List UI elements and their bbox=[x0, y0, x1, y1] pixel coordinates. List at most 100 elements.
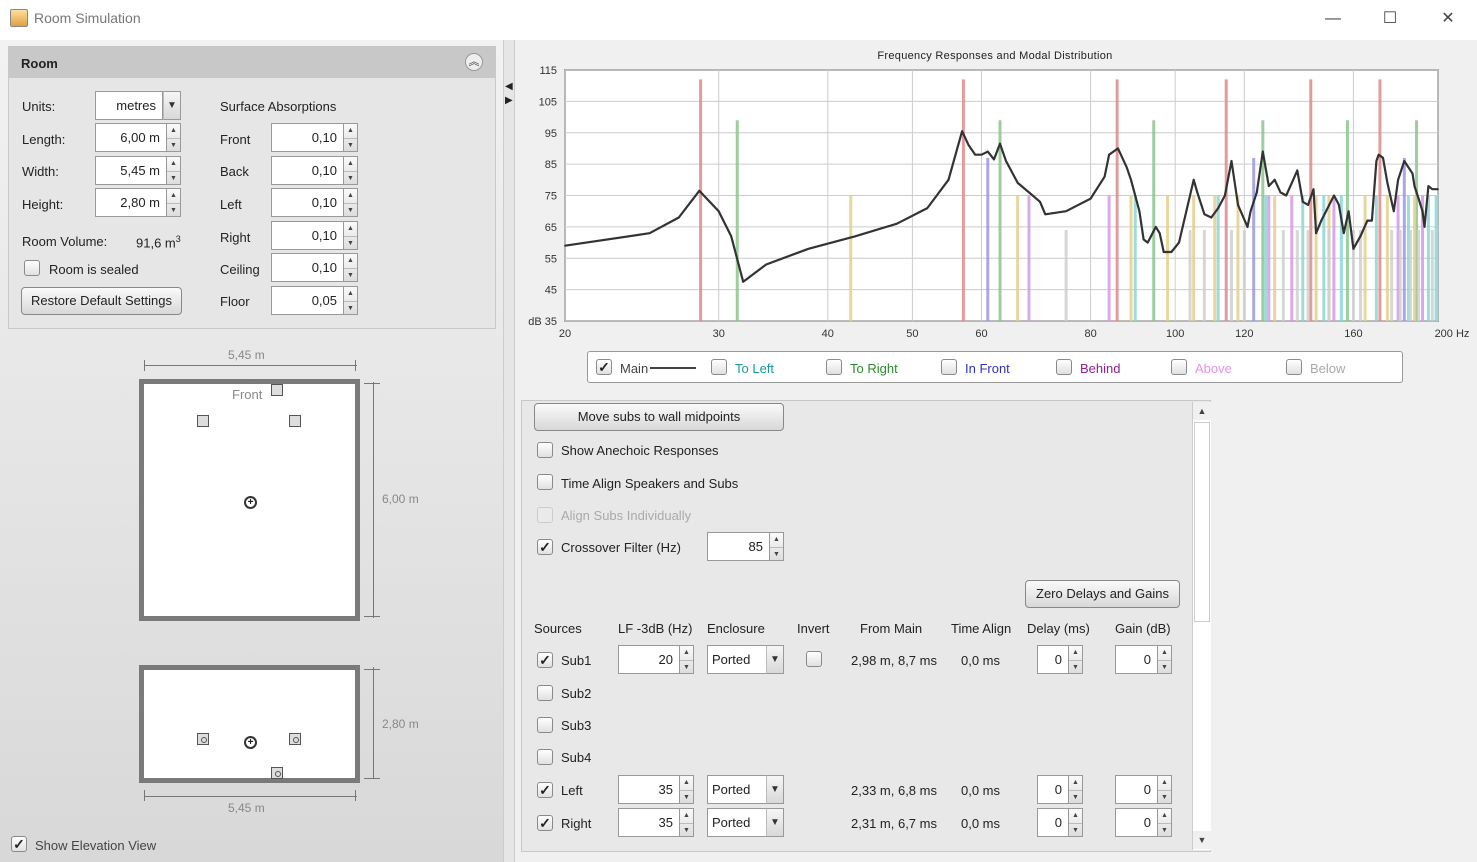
vertical-scrollbar[interactable]: ▲ ▼ bbox=[1192, 402, 1211, 850]
delay-spinner[interactable]: ▲ ▼ bbox=[1069, 645, 1083, 674]
gain-input[interactable]: 0 bbox=[1115, 645, 1158, 674]
move-subs-button[interactable]: Move subs to wall midpoints bbox=[534, 403, 784, 431]
data-point bbox=[1203, 213, 1206, 216]
data-point bbox=[1407, 166, 1410, 169]
gain-spinner[interactable]: ▲ ▼ bbox=[1158, 808, 1172, 837]
crossover-input[interactable]: 85 bbox=[707, 532, 770, 561]
crossover-spinner[interactable]: ▲ ▼ bbox=[770, 532, 784, 561]
lf-spinner[interactable]: ▲ ▼ bbox=[680, 645, 694, 674]
delay-input[interactable]: 0 bbox=[1037, 645, 1069, 674]
data-point bbox=[1315, 232, 1317, 234]
data-point bbox=[1431, 188, 1434, 191]
lf-spinner[interactable]: ▲ ▼ bbox=[680, 775, 694, 804]
legend-checkbox-in-front[interactable] bbox=[941, 359, 957, 375]
gain-spinner[interactable]: ▲ ▼ bbox=[1158, 645, 1172, 674]
data-point bbox=[1224, 194, 1226, 197]
listener-elevation-icon[interactable]: + bbox=[244, 736, 257, 749]
invert-checkbox[interactable] bbox=[806, 651, 822, 667]
spin-down-icon[interactable]: ▼ bbox=[680, 660, 693, 674]
spin-down-icon[interactable]: ▼ bbox=[680, 790, 693, 804]
y-tick-label: 65 bbox=[545, 222, 557, 234]
legend-checkbox-to-left[interactable] bbox=[711, 359, 727, 375]
enclosure-select[interactable]: Ported bbox=[707, 645, 767, 674]
spin-up-icon[interactable]: ▲ bbox=[1158, 646, 1171, 660]
data-point bbox=[1028, 191, 1030, 194]
data-point bbox=[1249, 210, 1252, 212]
spin-down-icon[interactable]: ▼ bbox=[1069, 823, 1082, 837]
data-point bbox=[1154, 226, 1157, 228]
spin-down-icon[interactable]: ▼ bbox=[1158, 823, 1171, 837]
spin-up-icon[interactable]: ▲ bbox=[1158, 809, 1171, 823]
spin-up-icon[interactable]: ▲ bbox=[1158, 776, 1171, 790]
legend-checkbox-behind[interactable] bbox=[1056, 359, 1072, 375]
enclosure-dropdown-arrow-icon[interactable]: ▼ bbox=[766, 775, 784, 804]
spin-down-icon[interactable]: ▼ bbox=[1069, 790, 1082, 804]
enclosure-dropdown-arrow-icon[interactable]: ▼ bbox=[766, 808, 784, 837]
data-point bbox=[1427, 185, 1430, 187]
scroll-down-icon[interactable]: ▼ bbox=[1193, 831, 1211, 849]
spin-down-icon[interactable]: ▼ bbox=[1158, 790, 1171, 804]
source-checkbox-sub4[interactable] bbox=[537, 749, 553, 765]
spin-up-icon[interactable]: ▲ bbox=[1069, 809, 1082, 823]
gain-input[interactable]: 0 bbox=[1115, 775, 1158, 804]
legend-checkbox-to-right[interactable] bbox=[826, 359, 842, 375]
legend-label: Above bbox=[1195, 361, 1232, 376]
spin-down-icon[interactable]: ▼ bbox=[680, 823, 693, 837]
data-point bbox=[1217, 207, 1219, 209]
legend-label: To Left bbox=[735, 361, 775, 376]
legend-checkbox-above[interactable] bbox=[1171, 359, 1187, 375]
listener-position-icon[interactable]: + bbox=[244, 496, 257, 509]
spin-up-icon[interactable]: ▲ bbox=[680, 646, 693, 660]
legend-checkbox-below[interactable] bbox=[1286, 359, 1302, 375]
legend-checkbox-main[interactable]: ✓ bbox=[596, 359, 612, 375]
source-checkbox-sub3[interactable] bbox=[537, 717, 553, 733]
enclosure-dropdown-arrow-icon[interactable]: ▼ bbox=[766, 645, 784, 674]
data-point bbox=[1397, 179, 1399, 181]
crossover-checkbox[interactable]: ✓ bbox=[537, 539, 553, 555]
right-speaker-icon[interactable] bbox=[289, 415, 301, 427]
time-align-checkbox[interactable] bbox=[537, 474, 553, 490]
spin-up-icon[interactable]: ▲ bbox=[680, 809, 693, 823]
lf-input[interactable]: 20 bbox=[618, 645, 680, 674]
data-point bbox=[1192, 179, 1195, 181]
room-elevation-view[interactable] bbox=[139, 665, 360, 783]
spin-up-icon[interactable]: ▲ bbox=[770, 533, 783, 547]
spin-up-icon[interactable]: ▲ bbox=[680, 776, 693, 790]
delay-input[interactable]: 0 bbox=[1037, 775, 1069, 804]
spin-up-icon[interactable]: ▲ bbox=[1069, 776, 1082, 790]
enclosure-select[interactable]: Ported bbox=[707, 808, 767, 837]
lf-spinner[interactable]: ▲ ▼ bbox=[680, 808, 694, 837]
gain-input[interactable]: 0 bbox=[1115, 808, 1158, 837]
lf-input[interactable]: 35 bbox=[618, 775, 680, 804]
spin-up-icon[interactable]: ▲ bbox=[1069, 646, 1082, 660]
source-checkbox-sub2[interactable] bbox=[537, 685, 553, 701]
spin-down-icon[interactable]: ▼ bbox=[1158, 660, 1171, 674]
delay-input[interactable]: 0 bbox=[1037, 808, 1069, 837]
left-speaker-icon[interactable] bbox=[197, 415, 209, 427]
data-point bbox=[1170, 251, 1173, 253]
source-checkbox-sub1[interactable]: ✓ bbox=[537, 652, 553, 668]
show-elevation-checkbox[interactable]: ✓ bbox=[11, 836, 27, 852]
sub1-elevation-icon[interactable] bbox=[271, 767, 283, 779]
left-speaker-elevation-icon[interactable] bbox=[197, 733, 209, 745]
delay-spinner[interactable]: ▲ ▼ bbox=[1069, 775, 1083, 804]
scroll-up-icon[interactable]: ▲ bbox=[1193, 402, 1211, 420]
data-point bbox=[730, 235, 732, 238]
x-tick-label: 40 bbox=[822, 328, 834, 340]
source-checkbox-left[interactable]: ✓ bbox=[537, 782, 553, 798]
scrollbar-thumb[interactable] bbox=[1194, 422, 1210, 622]
data-point bbox=[698, 189, 701, 192]
delay-spinner[interactable]: ▲ ▼ bbox=[1069, 808, 1083, 837]
right-speaker-elevation-icon[interactable] bbox=[289, 733, 301, 745]
lf-input[interactable]: 35 bbox=[618, 808, 680, 837]
spin-down-icon[interactable]: ▼ bbox=[770, 547, 783, 561]
time-align-value: 0,0 ms bbox=[961, 816, 1001, 831]
data-point bbox=[1421, 210, 1424, 212]
zero-delays-button[interactable]: Zero Delays and Gains bbox=[1025, 580, 1180, 608]
spin-down-icon[interactable]: ▼ bbox=[1069, 660, 1082, 674]
enclosure-select[interactable]: Ported bbox=[707, 775, 767, 804]
gain-spinner[interactable]: ▲ ▼ bbox=[1158, 775, 1172, 804]
source-checkbox-right[interactable]: ✓ bbox=[537, 815, 553, 831]
anechoic-checkbox[interactable] bbox=[537, 442, 553, 458]
align-subs-checkbox[interactable] bbox=[537, 507, 553, 523]
